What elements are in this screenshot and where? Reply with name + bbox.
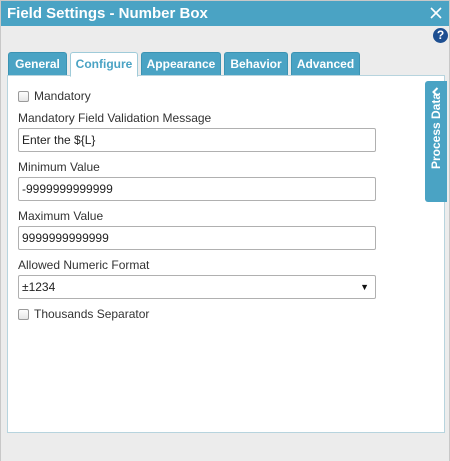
process-data-panel-toggle[interactable]: Process Data	[425, 81, 447, 202]
maximum-value-input[interactable]: 9999999999999	[18, 226, 376, 250]
numeric-format-label: Allowed Numeric Format	[18, 258, 150, 272]
tab-appearance[interactable]: Appearance	[141, 52, 221, 76]
process-data-label: Process Data	[429, 92, 443, 170]
title-bar: Field Settings - Number Box	[1, 1, 449, 26]
configure-panel: Mandatory Mandatory Field Validation Mes…	[7, 75, 445, 433]
tab-configure[interactable]: Configure	[70, 52, 138, 77]
thousands-separator-row: Thousands Separator	[18, 306, 149, 322]
dialog-title: Field Settings - Number Box	[7, 5, 208, 22]
help-icon[interactable]: ?	[433, 28, 448, 43]
thousands-separator-checkbox[interactable]	[18, 308, 29, 320]
tab-general[interactable]: General	[8, 52, 67, 76]
mandatory-label: Mandatory	[34, 89, 91, 103]
thousands-separator-label: Thousands Separator	[34, 307, 150, 321]
maximum-value-label: Maximum Value	[18, 209, 104, 223]
validation-message-input[interactable]: Enter the ${L}	[18, 128, 376, 152]
numeric-format-value: ±1234	[22, 280, 56, 294]
dropdown-arrow-icon: ▼	[360, 282, 369, 292]
mandatory-checkbox[interactable]	[18, 90, 29, 102]
field-settings-dialog: Field Settings - Number Box ? General Co…	[0, 0, 450, 461]
tab-advanced[interactable]: Advanced	[291, 52, 360, 76]
tab-behavior[interactable]: Behavior	[224, 52, 288, 76]
mandatory-row: Mandatory	[18, 88, 91, 104]
numeric-format-select[interactable]: ±1234 ▼	[18, 275, 376, 299]
close-icon[interactable]	[426, 3, 446, 23]
minimum-value-input[interactable]: -9999999999999	[18, 177, 376, 201]
dialog-footer	[1, 433, 449, 461]
validation-message-label: Mandatory Field Validation Message	[18, 111, 212, 125]
minimum-value-label: Minimum Value	[18, 160, 100, 174]
